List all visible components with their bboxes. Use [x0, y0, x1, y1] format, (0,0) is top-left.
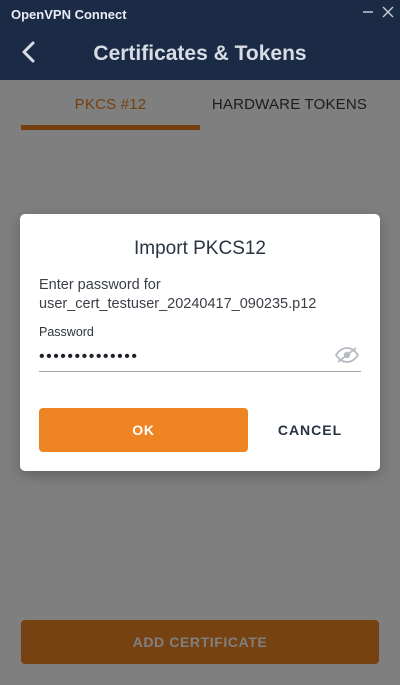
close-icon — [382, 6, 394, 21]
password-input[interactable] — [39, 344, 329, 370]
app-header: Certificates & Tokens — [0, 28, 400, 80]
ok-button[interactable]: OK — [39, 408, 248, 452]
window-titlebar: OpenVPN Connect — [0, 0, 400, 28]
password-underline — [39, 371, 361, 372]
page-title: Certificates & Tokens — [93, 42, 307, 65]
cancel-button[interactable]: CANCEL — [260, 408, 360, 452]
import-pkcs12-dialog: Import PKCS12 Enter password for user_ce… — [20, 214, 380, 471]
minimize-icon — [362, 6, 374, 21]
eye-off-icon — [334, 346, 360, 369]
back-button[interactable] — [16, 41, 40, 67]
dialog-message-line-1: Enter password for — [39, 277, 161, 293]
dialog-message-filename: user_cert_testuser_20240417_090235.p12 — [39, 296, 317, 312]
minimize-button[interactable] — [359, 4, 377, 22]
close-button[interactable] — [379, 4, 397, 22]
chevron-left-icon — [21, 41, 35, 68]
toggle-password-visibility-button[interactable] — [334, 346, 360, 369]
dialog-title: Import PKCS12 — [134, 238, 266, 259]
password-label: Password — [39, 325, 94, 339]
dialog-message: Enter password for user_cert_testuser_20… — [39, 276, 369, 314]
window-title: OpenVPN Connect — [11, 6, 127, 22]
